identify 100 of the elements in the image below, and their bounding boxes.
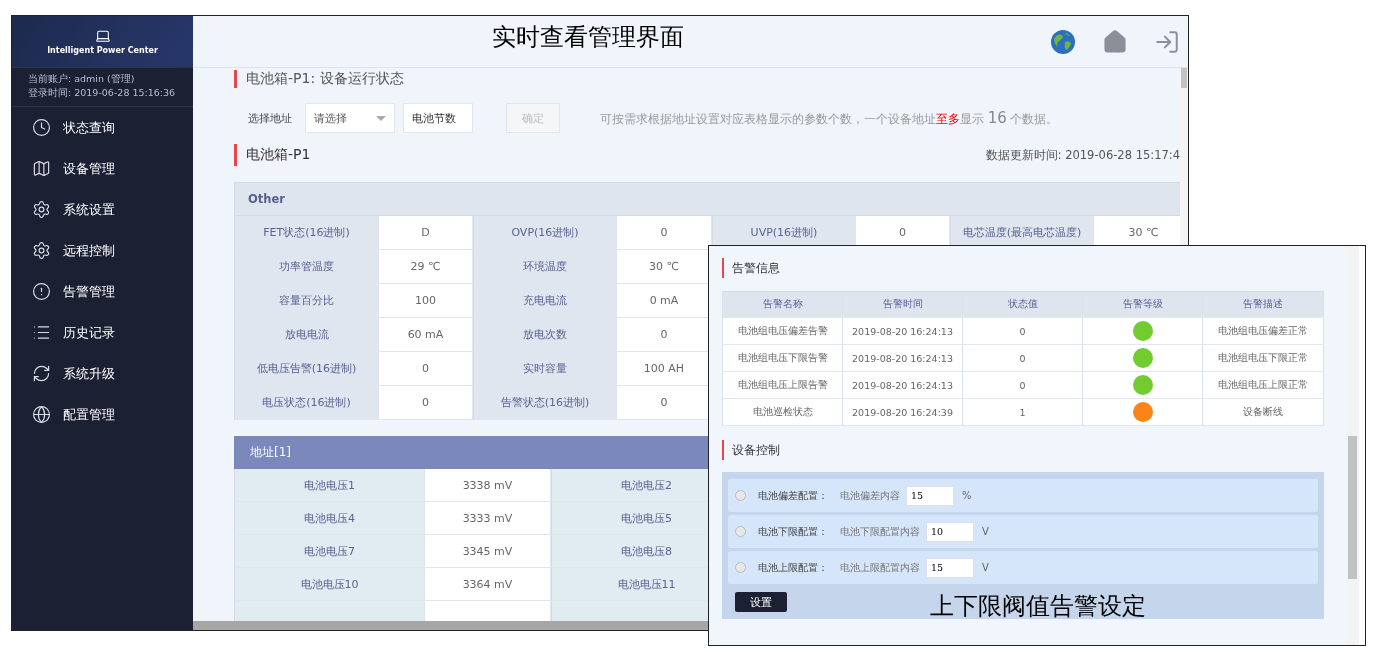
column-header: 告警等级 [1083,291,1203,318]
parameter-value: 0 [379,386,473,420]
parameter-name: 放电次数 [473,318,617,352]
field-label: 电池偏差内容 [840,488,900,503]
home-icon[interactable] [1102,28,1128,55]
parameter-name: 功率管温度 [234,250,379,284]
address-select[interactable]: 请选择 [305,103,395,133]
alarm-description: 电池组电压上限正常 [1203,372,1324,399]
parameter-value: 0 [379,352,473,386]
alarm-name: 电池组电压偏差告警 [723,318,843,345]
set-button[interactable]: 设置 [735,592,787,612]
alarm-time: 2019-08-20 16:24:13 [843,372,963,399]
control-label: 电池偏差配置： [758,488,829,503]
control-label: 电池上限配置： [758,560,829,575]
laptop-icon [94,28,111,44]
parameter-value: 0 [617,216,712,250]
column-header: 告警名称 [723,291,843,318]
radio-button[interactable] [735,526,746,537]
box-title: 电池箱-P1 [234,144,311,166]
account-text: 当前账户: admin (管理) [28,72,136,86]
sidebar-item[interactable]: 配置管理 [12,394,193,435]
parameter-value: D [379,216,473,250]
parameter-name: 低电压告警(16进制) [234,352,379,386]
status-value: 0 [963,318,1083,345]
unit-label: V [982,526,989,537]
parameter-name: FET状态(16进制) [234,216,379,250]
alarm-time: 2019-08-20 16:24:13 [843,318,963,345]
voltage-value: 3333 mV [425,502,551,535]
sidebar-item[interactable]: 历史记录 [12,312,193,353]
parameter-value: 60 mA [379,318,473,352]
parameter-value: 29 ℃ [379,250,473,284]
parameter-name: 环境温度 [473,250,617,284]
status-value: 0 [963,372,1083,399]
sidebar-item[interactable]: 远程控制 [12,230,193,271]
parameter-name: 充电电流 [473,284,617,318]
unit-label: V [982,562,989,573]
update-time: 数据更新时间: 2019-06-28 15:17:4 [985,147,1180,163]
alarm-time: 2019-08-20 16:24:13 [843,345,963,372]
voltage-name: 电池电压4 [234,502,425,535]
status-value: 1 [963,399,1083,426]
alarm-name: 电池巡检状态 [723,399,843,426]
brand-name: Intelligent Power Center [47,46,158,55]
sidebar-item[interactable]: 系统升级 [12,353,193,394]
alarm-description: 设备断线 [1203,399,1324,426]
voltage-name: 电池电压7 [234,535,425,568]
status-value: 0 [963,345,1083,372]
input-field[interactable]: 15 [906,485,954,506]
alarm-name: 电池组电压上限告警 [723,372,843,399]
gear-icon [32,200,51,219]
scrollbar[interactable] [1346,246,1359,645]
section-title: 告警信息 [722,258,1324,278]
radio-button[interactable] [735,562,746,573]
column-header: 告警时间 [843,291,963,318]
parameter-name: 容量百分比 [234,284,379,318]
exit-icon[interactable] [1154,28,1180,55]
globe-icon[interactable] [1050,28,1076,55]
section-title: 设备控制 [722,440,1324,460]
control-label: 电池下限配置： [758,524,829,539]
caption: 上下限阀值告警设定 [930,591,1146,622]
alarm-time: 2019-08-20 16:24:39 [843,399,963,426]
sidebar-item[interactable]: 告警管理 [12,271,193,312]
login-time: 登录时间: 2019-06-28 15:16:36 [28,86,177,100]
hint-text: 可按需求根据地址设置对应表格显示的参数个数，一个设备地址至多显示 16 个数据。 [600,109,1059,127]
input-field[interactable]: 15 [926,557,974,578]
count-input[interactable]: 电池节数 [403,103,473,133]
clock-icon [32,118,51,137]
parameter-name: 实时容量 [473,352,617,386]
parameter-name: 电压状态(16进制) [234,386,379,420]
parameter-name: 告警状态(16进制) [473,386,617,420]
field-label: 电池上限配置内容 [840,560,920,575]
parameter-name: OVP(16进制) [473,216,617,250]
alarm-description: 电池组电压下限正常 [1203,345,1324,372]
voltage-value: 3345 mV [425,535,551,568]
gear-icon [32,241,51,260]
refresh-icon [32,364,51,383]
parameter-name: 放电电流 [234,318,379,352]
input-field[interactable]: 10 [926,521,974,542]
caret-icon [376,115,386,121]
parameter-value: 100 [379,284,473,318]
alarm-description: 电池组电压偏差正常 [1203,318,1324,345]
globe-icon [32,405,51,424]
voltage-value: 3364 mV [425,568,551,601]
alarm-name: 电池组电压下限告警 [723,345,843,372]
sidebar-item[interactable]: 状态查询 [12,107,193,148]
address-label: 选择地址 [248,110,292,126]
column-header: 告警描述 [1203,291,1324,318]
column-header: 状态值 [963,291,1083,318]
radio-button[interactable] [735,490,746,501]
list-icon [32,323,51,342]
table-title: Other [234,182,1180,216]
sidebar-item[interactable]: 系统设置 [12,189,193,230]
map-icon [32,159,51,178]
field-label: 电池下限配置内容 [840,524,920,539]
voltage-value: 3338 mV [425,469,551,502]
unit-label: % [962,490,972,501]
alert-icon [32,282,51,301]
caption: 实时查看管理界面 [492,22,684,53]
voltage-name: 电池电压1 [234,469,425,502]
sidebar-item[interactable]: 设备管理 [12,148,193,189]
voltage-name: 电池电压10 [234,568,425,601]
